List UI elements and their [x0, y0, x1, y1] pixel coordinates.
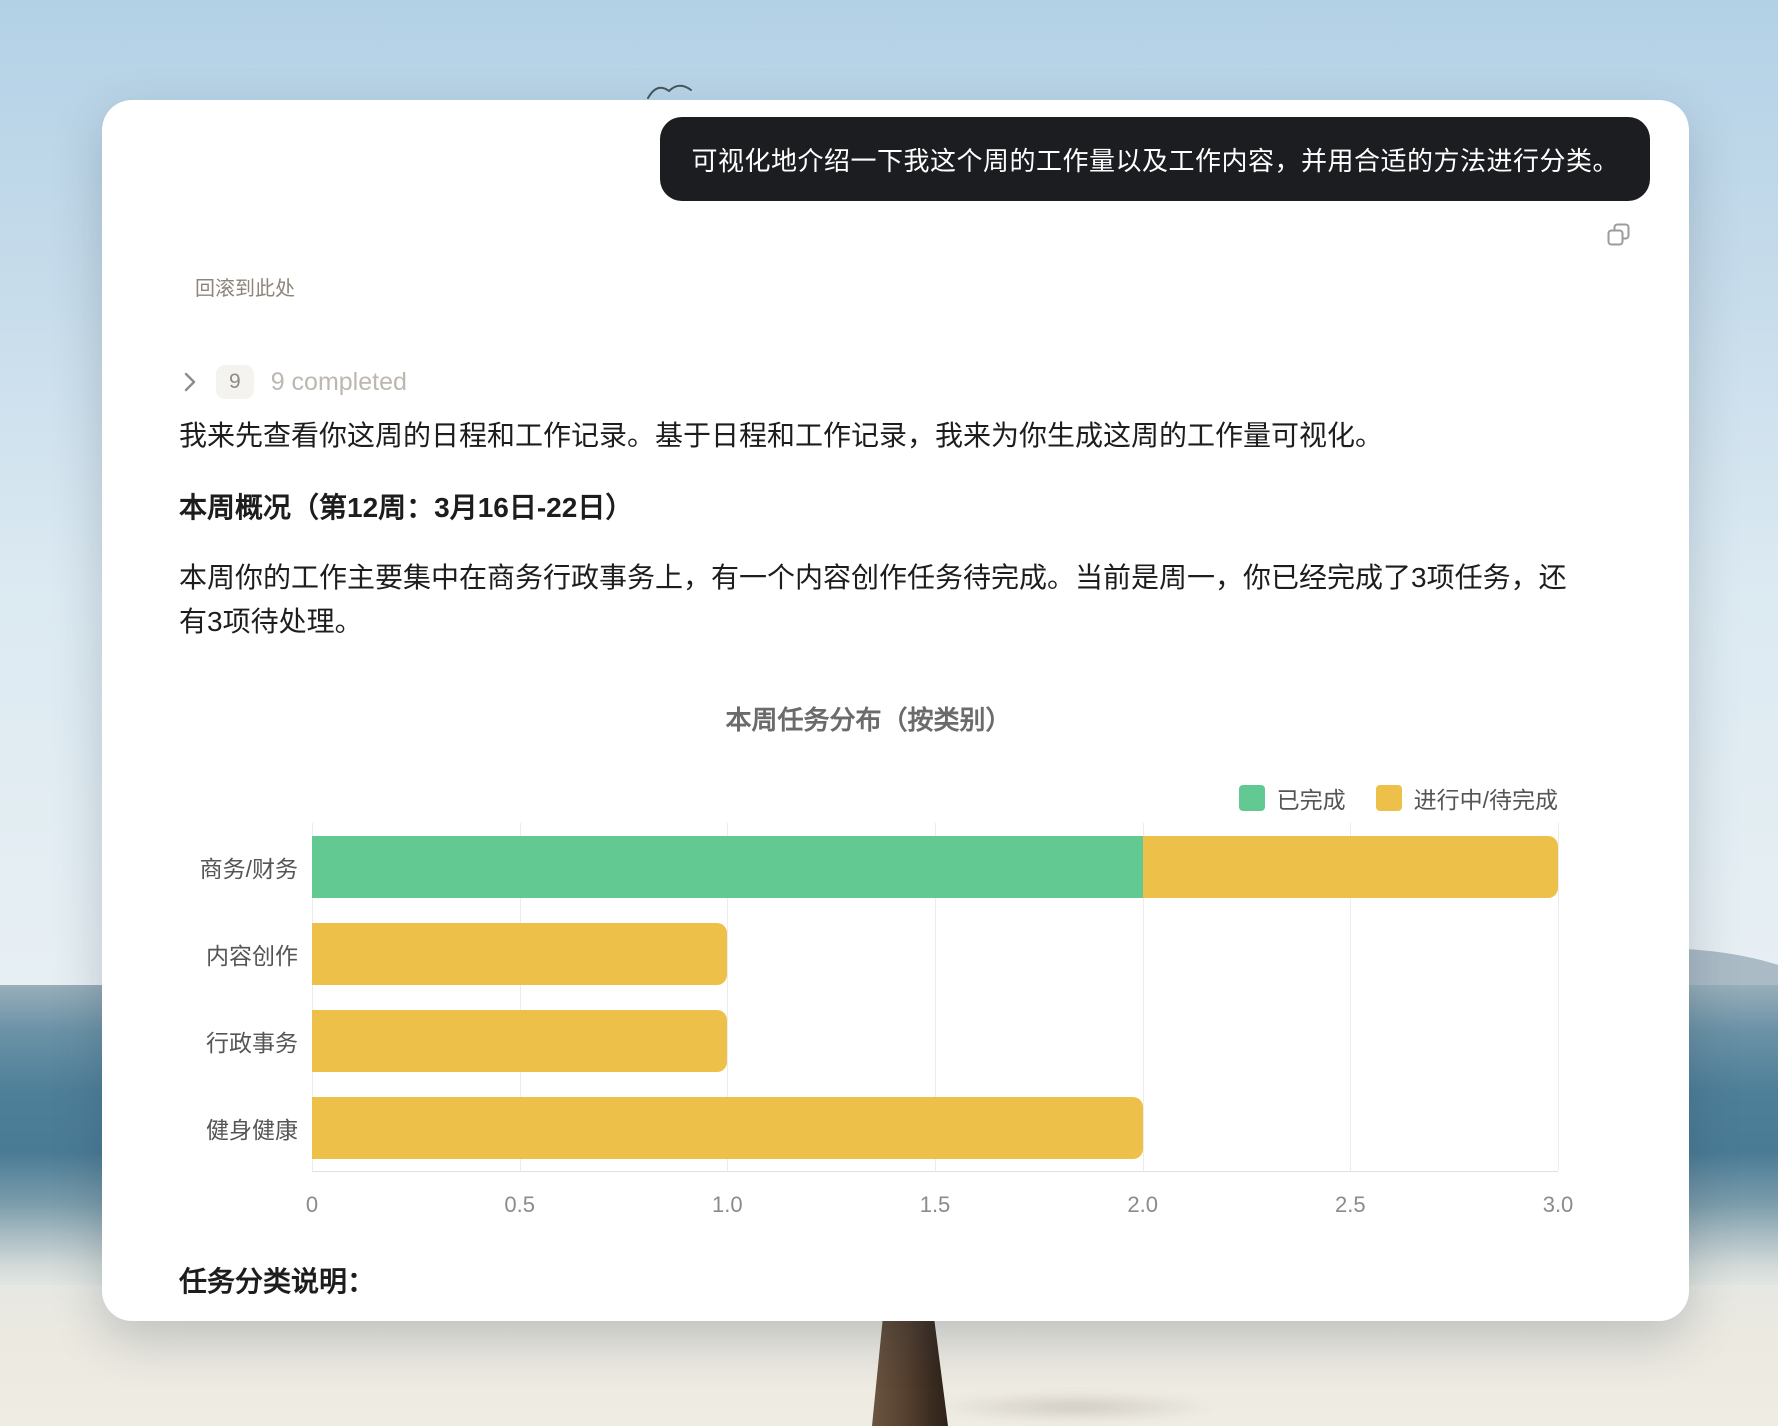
bar-segment — [1143, 836, 1558, 898]
user-message-bubble: 可视化地介绍一下我这个周的工作量以及工作内容，并用合适的方法进行分类。 — [660, 117, 1650, 201]
completed-tasks-expander[interactable]: 9 9 completed — [182, 363, 407, 401]
task-distribution-chart: 本周任务分布（按类别） 已完成 进行中/待完成 商务/财务内容创作行政事务健身健康… — [179, 700, 1558, 1240]
completed-label: 9 completed — [271, 368, 407, 397]
x-tick-label: 2.5 — [1335, 1192, 1366, 1218]
bar-track — [312, 836, 1558, 898]
x-tick-label: 2.0 — [1127, 1192, 1158, 1218]
bar-segment — [312, 1010, 727, 1072]
x-tick-label: 0.5 — [504, 1192, 535, 1218]
legend-label: 已完成 — [1277, 781, 1346, 815]
chart-legend: 已完成 进行中/待完成 — [1239, 781, 1558, 815]
legend-swatch — [1239, 785, 1265, 811]
legend-item[interactable]: 已完成 — [1239, 781, 1346, 815]
category-label: 内容创作 — [179, 937, 312, 971]
stacked-bar — [312, 1097, 1558, 1159]
category-label: 健身健康 — [179, 1111, 312, 1145]
gridline — [1558, 823, 1559, 1171]
intro-text: 我来先查看你这周的日程和工作记录。基于日程和工作记录，我来为你生成这周的工作量可… — [179, 414, 1585, 458]
x-axis-ticks: 00.51.01.52.02.53.0 — [312, 1192, 1558, 1224]
x-tick-label: 1.5 — [920, 1192, 951, 1218]
bar-track — [312, 1010, 1558, 1072]
legend-label: 进行中/待完成 — [1414, 781, 1558, 815]
completed-count-badge: 9 — [216, 365, 254, 399]
section-heading: 任务分类说明： — [179, 1260, 1585, 1304]
copy-button[interactable] — [1605, 222, 1633, 250]
palm-shadow — [935, 1392, 1215, 1422]
rollback-button[interactable]: 回滚到此处 — [195, 272, 295, 301]
chart-title: 本周任务分布（按类别） — [179, 700, 1558, 737]
bar-row: 内容创作 — [179, 910, 1558, 997]
summary-text: 本周你的工作主要集中在商务行政事务上，有一个内容创作任务待完成。当前是周一，你已… — [179, 556, 1585, 644]
category-label: 行政事务 — [179, 1024, 312, 1058]
legend-swatch — [1376, 785, 1402, 811]
copy-icon — [1606, 222, 1632, 248]
chart-rows: 商务/财务内容创作行政事务健身健康 — [179, 823, 1558, 1172]
x-tick-label: 0 — [306, 1192, 318, 1218]
stacked-bar — [312, 1010, 1558, 1072]
desktop-background: 可视化地介绍一下我这个周的工作量以及工作内容，并用合适的方法进行分类。 回滚到此… — [0, 0, 1778, 1426]
bar-row: 商务/财务 — [179, 823, 1558, 910]
x-tick-label: 3.0 — [1543, 1192, 1574, 1218]
bar-segment — [312, 923, 727, 985]
chevron-right-icon — [182, 370, 198, 394]
user-message-text: 可视化地介绍一下我这个周的工作量以及工作内容，并用合适的方法进行分类。 — [691, 141, 1619, 178]
stacked-bar — [312, 836, 1558, 898]
stacked-bar — [312, 923, 1558, 985]
bar-row: 行政事务 — [179, 998, 1558, 1085]
category-label: 商务/财务 — [179, 850, 312, 884]
assistant-response-card: 可视化地介绍一下我这个周的工作量以及工作内容，并用合适的方法进行分类。 回滚到此… — [102, 100, 1689, 1321]
bar-segment — [312, 836, 1143, 898]
week-heading: 本周概况（第12周：3月16日-22日） — [179, 486, 1585, 530]
bar-track — [312, 1097, 1558, 1159]
bar-track — [312, 923, 1558, 985]
chart-plot-area: 商务/财务内容创作行政事务健身健康 — [179, 823, 1558, 1172]
legend-item[interactable]: 进行中/待完成 — [1376, 781, 1558, 815]
bar-row: 健身健康 — [179, 1085, 1558, 1172]
x-tick-label: 1.0 — [712, 1192, 743, 1218]
bar-segment — [312, 1097, 1143, 1159]
